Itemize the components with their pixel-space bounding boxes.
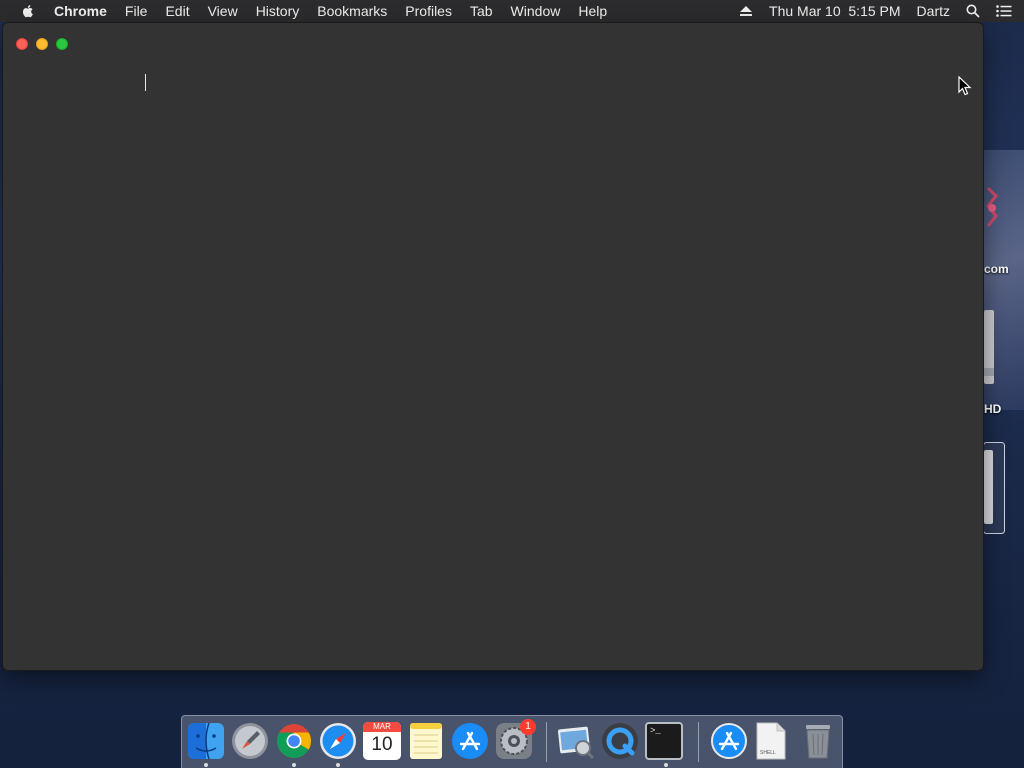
desktop-icon-label[interactable]: HD (984, 402, 1001, 416)
app-store-download-icon[interactable] (710, 722, 748, 760)
external-drive-icon[interactable] (983, 442, 1007, 536)
menu-help[interactable]: Help (569, 0, 616, 22)
menu-profiles[interactable]: Profiles (396, 0, 461, 22)
menu-file[interactable]: File (116, 0, 157, 22)
calendar-icon[interactable]: MAR 10 (363, 722, 401, 760)
menu-bookmarks[interactable]: Bookmarks (308, 0, 396, 22)
menu-history[interactable]: History (247, 0, 309, 22)
window-zoom-button[interactable] (56, 38, 68, 50)
safari-icon[interactable] (319, 722, 357, 760)
desktop-icon-label[interactable]: com (984, 262, 1009, 276)
dock-separator (698, 722, 699, 762)
document-type-label: SHELL (760, 750, 776, 756)
spotlight-search-icon[interactable] (958, 4, 988, 18)
calendar-month: MAR (363, 722, 401, 732)
running-indicator (664, 763, 668, 767)
user-name[interactable]: Dartz (909, 0, 958, 22)
apple-icon[interactable] (20, 3, 36, 19)
menu-app-name[interactable]: Chrome (46, 0, 116, 22)
calendar-day: 10 (371, 734, 393, 755)
launchpad-icon[interactable] (231, 722, 269, 760)
status-area: Thu Mar 10 5:15 PM Dartz (731, 0, 1024, 22)
notification-badge: 1 (520, 719, 536, 735)
text-caret (145, 74, 146, 91)
running-indicator (336, 763, 340, 767)
desktop-app-icon[interactable] (984, 182, 1008, 232)
menu-window[interactable]: Window (502, 0, 570, 22)
chrome-window[interactable] (3, 23, 983, 670)
chrome-icon[interactable] (275, 722, 313, 760)
running-indicator (292, 763, 296, 767)
notes-icon[interactable] (407, 722, 445, 760)
notification-center-icon[interactable] (988, 5, 1024, 17)
window-minimize-button[interactable] (36, 38, 48, 50)
dock-separator (546, 722, 547, 762)
window-close-button[interactable] (16, 38, 28, 50)
menu-view[interactable]: View (199, 0, 247, 22)
eject-icon[interactable] (731, 5, 761, 17)
menu-tab[interactable]: Tab (461, 0, 502, 22)
shell-document-icon[interactable]: SHELL (756, 722, 794, 760)
dock: MAR 10 1 >_ SHELL (181, 715, 843, 768)
clock[interactable]: Thu Mar 10 5:15 PM (761, 0, 909, 22)
app-store-icon[interactable] (451, 722, 489, 760)
quicktime-icon[interactable] (601, 722, 639, 760)
system-preferences-icon[interactable]: 1 (495, 719, 536, 760)
menu-bar: Chrome File Edit View History Bookmarks … (0, 0, 1024, 22)
hard-drive-icon[interactable] (984, 308, 996, 386)
preview-icon[interactable] (557, 722, 595, 760)
menu-edit[interactable]: Edit (156, 0, 198, 22)
trash-icon[interactable] (799, 722, 837, 760)
mouse-pointer-icon (958, 76, 972, 96)
terminal-icon[interactable]: >_ (645, 722, 683, 760)
running-indicator (204, 763, 208, 767)
finder-icon[interactable] (187, 722, 225, 760)
